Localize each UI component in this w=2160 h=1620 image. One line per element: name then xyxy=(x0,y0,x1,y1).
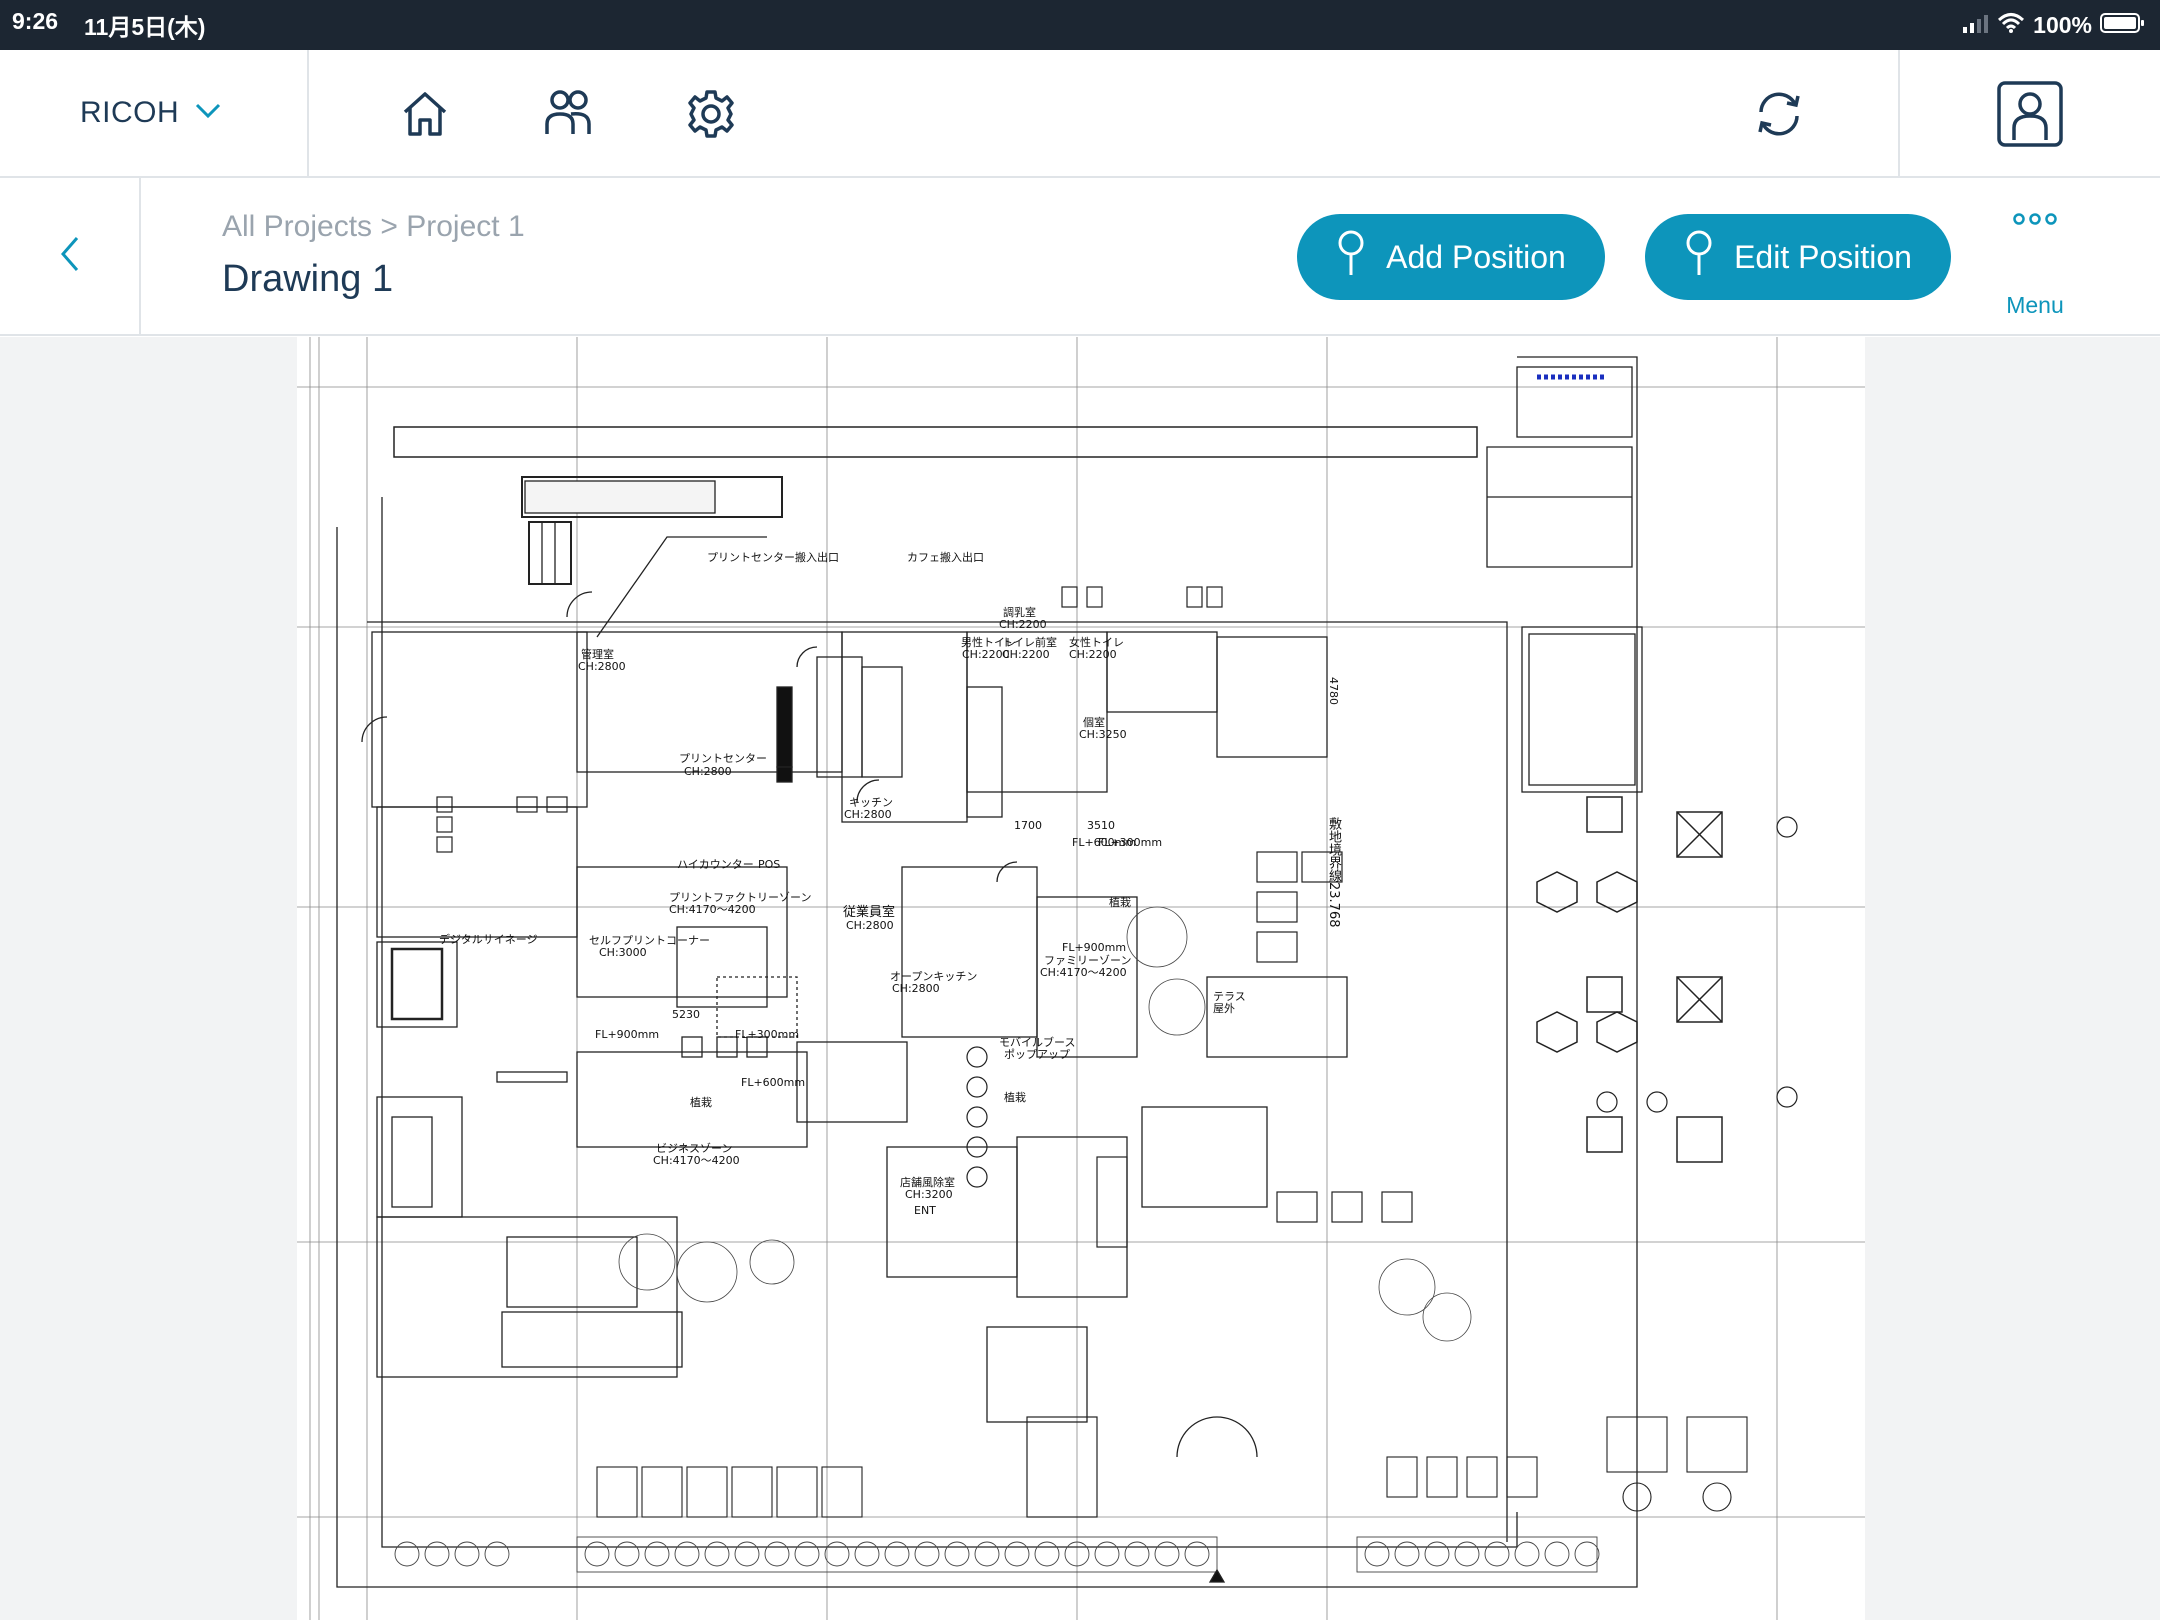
label-print-factory-ch: CH:4170～4200 xyxy=(669,903,756,916)
label-pos: POS xyxy=(758,858,781,871)
label-womens-toilet-ch: CH:2200 xyxy=(1069,648,1117,661)
label-digital-signage: デジタルサイネージ xyxy=(439,933,538,946)
label-fl-600-business: FL+600mm xyxy=(741,1076,806,1089)
people-icon[interactable] xyxy=(540,86,596,142)
edit-position-label: Edit Position xyxy=(1734,238,1912,275)
label-office-ch: CH:2800 xyxy=(578,660,626,673)
label-high-counter: ハイカウンター xyxy=(677,858,754,871)
sync-icon[interactable] xyxy=(1751,86,1807,142)
floor-plan-drawing[interactable]: 管理室 CH:2800 プリントセンター CH:2800 調乳室 CH:2200… xyxy=(297,337,1865,1620)
status-indicators: 100% xyxy=(1963,6,2146,44)
user-profile-icon[interactable] xyxy=(1996,80,2064,148)
label-popup: ポップアップ xyxy=(1004,1048,1070,1061)
label-planting-2: 植栽 xyxy=(1109,896,1131,909)
gear-icon[interactable] xyxy=(683,86,739,142)
label-planting-3: 植栽 xyxy=(1004,1091,1026,1104)
map-pin-icon xyxy=(1684,229,1714,285)
label-print-center-ch: CH:2800 xyxy=(684,765,732,778)
label-ent: ENT xyxy=(914,1204,936,1217)
label-print-center-entrance: プリントセンター搬入出口 xyxy=(707,551,839,564)
label-kitchen-ch: CH:2800 xyxy=(844,808,892,821)
more-dots-icon xyxy=(2013,212,2057,231)
top-toolbar: RICOH xyxy=(0,50,2160,178)
battery-icon xyxy=(2100,12,2146,39)
add-position-label: Add Position xyxy=(1386,238,1566,275)
label-fl-900-family: FL+900mm xyxy=(1062,941,1127,954)
label-fl-600-terrace: FL+600mm xyxy=(1072,836,1137,849)
label-dim-5230: 5230 xyxy=(672,1008,700,1021)
label-open-kitchen-ch: CH:2800 xyxy=(892,982,940,995)
chevron-down-icon xyxy=(195,103,221,124)
organization-name: RICOH xyxy=(80,96,180,129)
menu-button[interactable]: Menu xyxy=(1980,198,2090,318)
label-self-print-ch: CH:3000 xyxy=(599,946,647,959)
label-toilet-front-ch: CH:2200 xyxy=(1002,648,1050,661)
label-planting-1: 植栽 xyxy=(690,1096,712,1109)
chevron-left-icon xyxy=(59,235,81,278)
label-dim-1700: 1700 xyxy=(1014,819,1042,832)
wifi-icon xyxy=(1997,12,2025,39)
label-family-zone-ch: CH:4170～4200 xyxy=(1040,966,1127,979)
label-windbreak-room-ch: CH:3200 xyxy=(905,1188,953,1201)
label-cafe-entrance: カフェ搬入出口 xyxy=(907,551,984,564)
edit-position-button[interactable]: Edit Position xyxy=(1645,214,1951,300)
cellular-signal-icon xyxy=(1963,13,1989,38)
label-terrace-outdoor: 屋外 xyxy=(1213,1002,1235,1015)
label-dim-3510: 3510 xyxy=(1087,819,1115,832)
label-staff-room-ch: CH:2800 xyxy=(846,919,894,932)
battery-percentage: 100% xyxy=(2033,11,2092,38)
label-fl-300-business: FL+300mm xyxy=(735,1028,800,1041)
organization-selector[interactable]: RICOH xyxy=(0,50,309,176)
label-business-zone-ch: CH:4170～4200 xyxy=(653,1154,740,1167)
page-title: Drawing 1 xyxy=(222,258,394,300)
label-dim-4780: 4780 xyxy=(1327,677,1340,705)
label-staff-room: 従業員室 xyxy=(843,905,896,920)
status-date: 11月5日(木) xyxy=(84,14,206,40)
menu-label: Menu xyxy=(2006,292,2064,318)
label-fl-900-business: FL+900mm xyxy=(595,1028,660,1041)
drawing-viewer[interactable]: 管理室 CH:2800 プリントセンター CH:2800 調乳室 CH:2200… xyxy=(0,337,2160,1620)
back-button[interactable] xyxy=(0,178,141,334)
map-pin-icon xyxy=(1336,229,1366,285)
add-position-button[interactable]: Add Position xyxy=(1297,214,1605,300)
label-nursing-room-ch: CH:2200 xyxy=(999,618,1047,631)
status-bar: 9:26 11月5日(木) 100% xyxy=(0,0,2160,50)
label-private-room-ch: CH:3250 xyxy=(1079,728,1127,741)
breadcrumb[interactable]: All Projects > Project 1 xyxy=(222,210,525,244)
home-icon[interactable] xyxy=(397,86,453,142)
label-boundary: 敷地境界線23.768 xyxy=(1326,817,1341,928)
status-time: 9:26 xyxy=(12,8,59,34)
toolbar-divider xyxy=(1898,50,1900,176)
label-print-center: プリントセンター xyxy=(679,752,767,765)
drawing-header: All Projects > Project 1 Drawing 1 Add P… xyxy=(0,178,2160,336)
